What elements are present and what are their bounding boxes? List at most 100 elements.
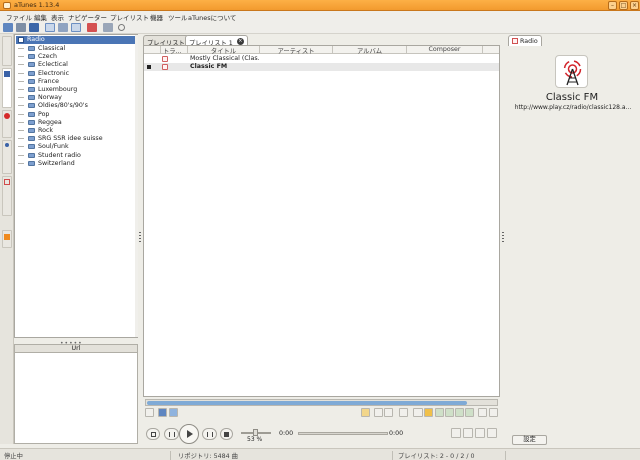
scroll-to-current-icon[interactable] xyxy=(489,408,498,417)
add-folder-icon[interactable] xyxy=(169,408,178,417)
settings-icon[interactable] xyxy=(103,23,113,32)
tree-item[interactable]: Electronic xyxy=(16,70,136,78)
tree-item[interactable]: Oldies/80's/90's xyxy=(16,102,136,110)
column-artist[interactable]: アーティスト xyxy=(260,46,333,54)
repository-icon[interactable] xyxy=(87,23,97,32)
playlist-options-icon[interactable] xyxy=(478,408,487,417)
tree-item[interactable]: Classical xyxy=(16,45,136,53)
nav-tab-repository[interactable] xyxy=(2,36,12,66)
remove-icon[interactable] xyxy=(413,408,423,417)
nav-tab-devices[interactable] xyxy=(2,140,12,174)
move-bottom-icon[interactable] xyxy=(465,408,474,417)
open-folder-icon[interactable] xyxy=(3,23,13,32)
column-title[interactable]: タイトル xyxy=(188,46,260,54)
search-icon[interactable] xyxy=(118,24,125,31)
tree-item-label: Rock xyxy=(38,127,54,134)
table-row[interactable]: Classic FM xyxy=(144,63,499,71)
device-icon xyxy=(5,143,9,147)
tree-item[interactable]: Norway xyxy=(16,94,136,102)
tree-item-label: Switzerland xyxy=(38,159,75,167)
clear-icon[interactable] xyxy=(399,408,408,417)
view-icon[interactable] xyxy=(58,23,68,32)
tree-item[interactable]: France xyxy=(16,78,136,86)
playlist-table: トラ... タイトル アーティスト アルバム Composer Mostly C… xyxy=(143,45,500,397)
next-button[interactable] xyxy=(202,428,217,440)
left-splitter[interactable] xyxy=(139,232,141,244)
navigator-toggle-icon[interactable] xyxy=(45,23,55,32)
nav-tab-favorites[interactable] xyxy=(2,110,12,138)
nav-tab-rss[interactable] xyxy=(2,230,12,248)
rss-icon xyxy=(4,234,10,240)
tree-item[interactable]: Czech xyxy=(16,53,136,61)
tree-item-label: SRG SSR idee suisse xyxy=(38,135,103,143)
crop-icon[interactable] xyxy=(374,408,383,417)
stop-button[interactable] xyxy=(146,428,160,440)
column-composer[interactable]: Composer xyxy=(407,46,483,54)
table-hscrollbar[interactable] xyxy=(145,399,498,406)
station-url: http://www.play.cz/radio/classic128.a... xyxy=(514,104,632,111)
row-title: Mostly Classical (Clas... xyxy=(190,55,260,62)
seek-bar[interactable] xyxy=(298,432,388,435)
folder-icon xyxy=(28,144,35,150)
folder-icon xyxy=(28,111,35,117)
close-button[interactable]: × xyxy=(630,1,639,10)
settings-button[interactable]: 設定 xyxy=(512,435,547,445)
info-toggle-icon[interactable] xyxy=(71,23,81,32)
elapsed-time: 0:00 xyxy=(279,430,294,437)
favorite-icon[interactable] xyxy=(424,408,433,417)
divider xyxy=(392,451,393,460)
tree-item[interactable]: Soul/Funk xyxy=(16,143,136,151)
column-track[interactable]: トラ... xyxy=(161,46,188,54)
tree-item[interactable]: Reggea xyxy=(16,119,136,127)
arrange-icon[interactable] xyxy=(145,408,154,417)
tree-root-radio[interactable]: Radio xyxy=(16,36,136,44)
scroll-thumb[interactable] xyxy=(147,401,467,405)
edit-tags-icon[interactable] xyxy=(361,408,370,417)
tree-item[interactable]: Rock xyxy=(16,127,136,135)
title-bar[interactable]: aTunes 1.13.4 – □ × xyxy=(0,0,640,11)
tree-item[interactable]: SRG SSR idee suisse xyxy=(16,135,136,143)
move-up-icon[interactable] xyxy=(445,408,454,417)
column-album[interactable]: アルバム xyxy=(333,46,407,54)
nav-tab-podcast[interactable] xyxy=(2,176,12,216)
folder-icon xyxy=(28,95,35,101)
close-tab-icon[interactable]: × xyxy=(236,38,244,45)
shuffle-list-icon[interactable] xyxy=(384,408,393,417)
tree-item[interactable]: Switzerland xyxy=(16,160,136,168)
karaoke-icon[interactable] xyxy=(475,428,485,438)
move-top-icon[interactable] xyxy=(435,408,444,417)
right-splitter[interactable] xyxy=(502,232,504,244)
column-extra[interactable] xyxy=(483,46,499,54)
tree-item[interactable]: Eclectical xyxy=(16,61,136,69)
url-column-header[interactable]: Url xyxy=(14,344,138,353)
tree-scrollbar[interactable] xyxy=(135,35,138,337)
mute-button[interactable] xyxy=(220,428,233,440)
save-icon[interactable] xyxy=(29,23,39,32)
tree-connector xyxy=(18,121,24,123)
repeat-icon[interactable] xyxy=(451,428,461,438)
play-button[interactable] xyxy=(179,424,199,444)
shuffle-icon[interactable] xyxy=(463,428,473,438)
tree-connector xyxy=(18,97,24,99)
tree-item[interactable]: Pop xyxy=(16,111,136,119)
tree-item[interactable]: Luxembourg xyxy=(16,86,136,94)
app-icon xyxy=(3,2,11,9)
minimize-button[interactable]: – xyxy=(608,1,617,10)
volume-knob[interactable] xyxy=(253,429,258,436)
nav-tab-radio[interactable] xyxy=(2,68,12,108)
splitter-grip[interactable]: ••••• xyxy=(60,340,82,347)
table-row[interactable]: Mostly Classical (Clas... xyxy=(144,55,499,63)
previous-button[interactable] xyxy=(164,428,179,440)
tree-connector xyxy=(18,48,24,49)
tree-item-label: Czech xyxy=(38,53,58,61)
refresh-icon[interactable] xyxy=(16,23,26,32)
normalize-icon[interactable] xyxy=(487,428,497,438)
tree-item[interactable]: Student radio xyxy=(16,152,136,160)
playlist-toolbar xyxy=(143,407,500,418)
maximize-button[interactable]: □ xyxy=(619,1,628,10)
column-status[interactable] xyxy=(144,46,161,54)
move-down-icon[interactable] xyxy=(455,408,464,417)
add-files-icon[interactable] xyxy=(158,408,167,417)
folder-icon xyxy=(28,87,35,92)
tree-connector xyxy=(18,130,24,131)
